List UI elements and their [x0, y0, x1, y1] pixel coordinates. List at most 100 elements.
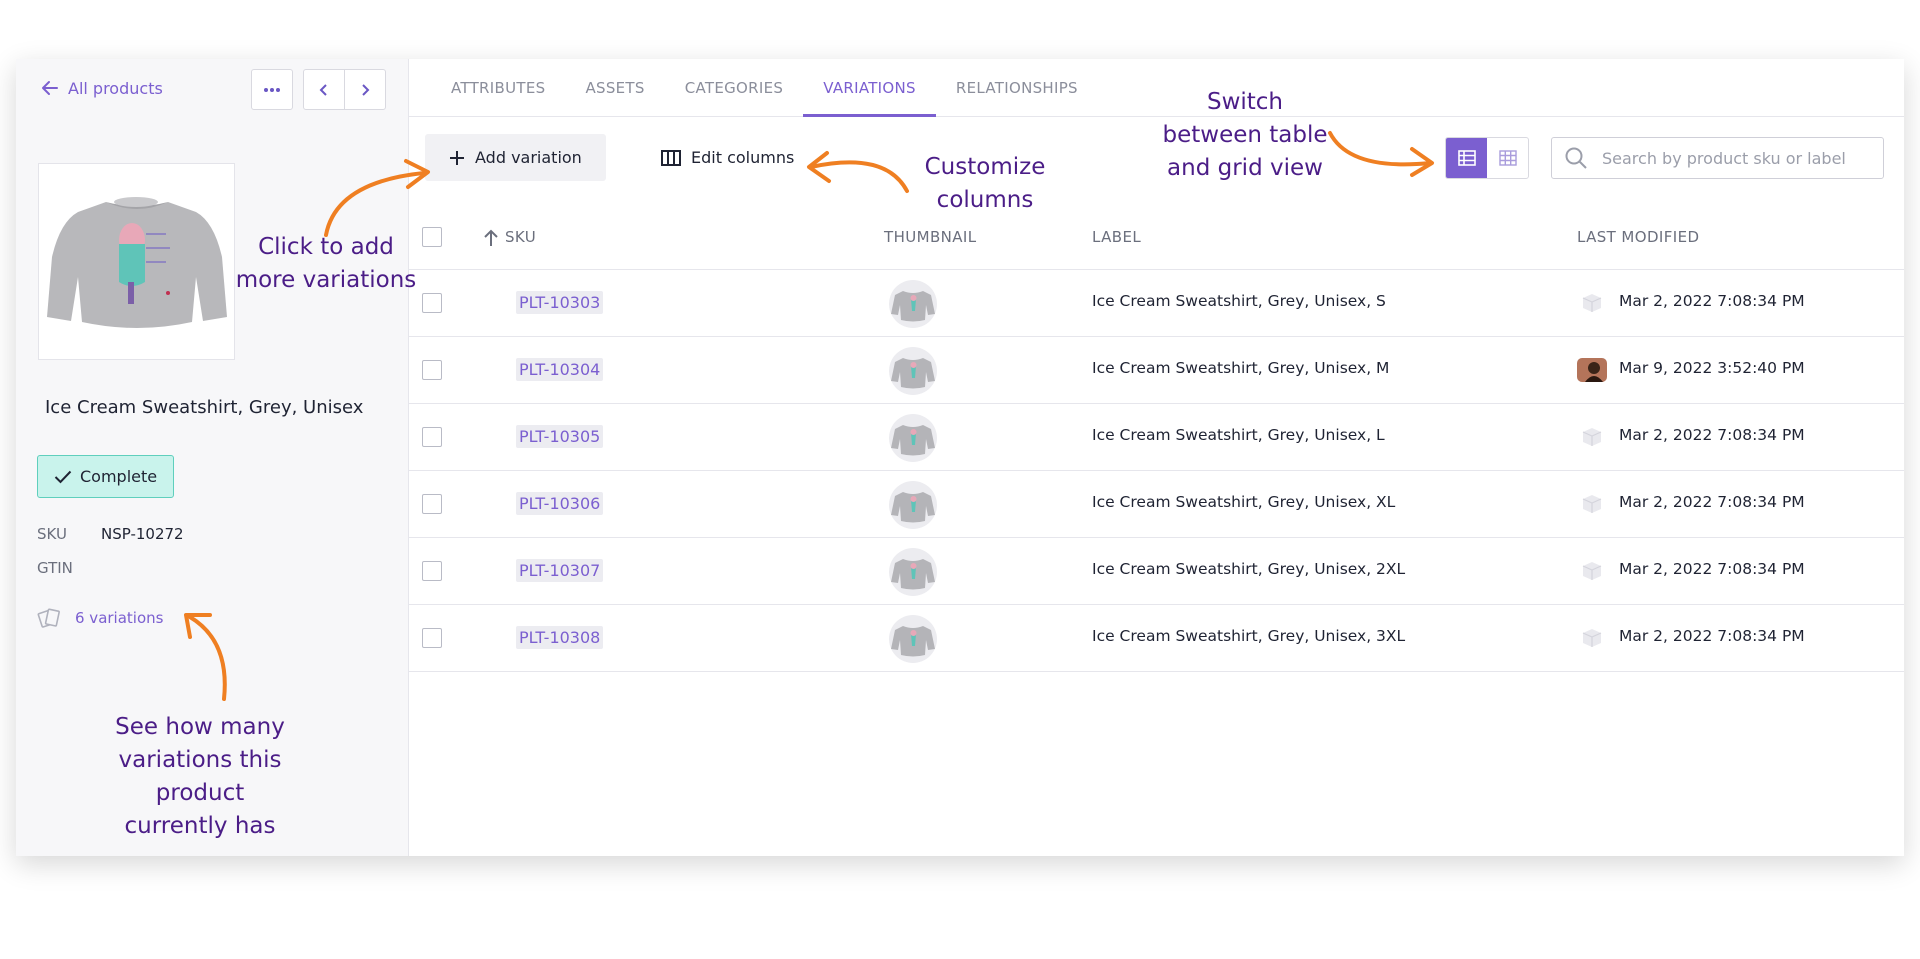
ellipsis-icon [264, 87, 280, 92]
row-sku-link[interactable]: PLT-10304 [516, 358, 604, 381]
cube-icon [1582, 629, 1602, 647]
sweatshirt-image [46, 196, 227, 328]
row-sku-link[interactable]: PLT-10306 [516, 492, 604, 515]
table-row[interactable]: PLT-10307 Ice Cream Sweatshirt, Grey, Uni… [409, 538, 1904, 605]
row-last-modified: Mar 2, 2022 7:08:34 PM [1619, 493, 1805, 511]
chevron-right-icon [362, 83, 370, 96]
row-last-modified: Mar 9, 2022 3:52:40 PM [1619, 359, 1805, 377]
row-label: Ice Cream Sweatshirt, Grey, Unisex, XL [1092, 493, 1396, 511]
tab-relationships[interactable]: RELATIONSHIPS [936, 59, 1098, 116]
sweatshirt-thumbnail-icon [889, 280, 937, 328]
product-name: Ice Cream Sweatshirt, Grey, Unisex [45, 397, 364, 418]
table-view-button[interactable] [1446, 138, 1487, 178]
tab-categories[interactable]: CATEGORIES [665, 59, 804, 116]
row-checkbox[interactable] [422, 360, 442, 380]
check-icon [54, 470, 72, 483]
table-row[interactable]: PLT-10304 Ice Cream Sweatshirt, Grey, Uni… [409, 337, 1904, 404]
modified-by-avatar [1577, 559, 1607, 583]
arrow-up-icon [484, 229, 498, 246]
edit-columns-label: Edit columns [691, 148, 795, 167]
row-thumbnail[interactable] [888, 280, 938, 328]
chevron-left-icon [319, 83, 327, 96]
modified-by-avatar [1577, 492, 1607, 516]
search-field[interactable] [1551, 137, 1884, 179]
table-row[interactable]: PLT-10303 Ice Cream Sweatshirt, Grey, Uni… [409, 270, 1904, 337]
row-checkbox[interactable] [422, 494, 442, 514]
more-actions-button[interactable] [251, 69, 293, 110]
row-thumbnail[interactable] [888, 347, 938, 395]
add-variation-label: Add variation [475, 148, 582, 167]
tab-variations[interactable]: VARIATIONS [803, 59, 936, 117]
gtin-key: GTIN [37, 559, 73, 577]
annotation-arrow-icon [807, 151, 909, 193]
sweatshirt-thumbnail-icon [889, 347, 937, 395]
annotation-line: Switch [1206, 89, 1284, 115]
grid-view-icon [1498, 150, 1517, 166]
product-navigation [303, 69, 386, 110]
modified-by-avatar [1577, 626, 1607, 650]
row-label: Ice Cream Sweatshirt, Grey, Unisex, 3XL [1092, 627, 1406, 645]
sku-column-header[interactable]: SKU [483, 205, 536, 270]
sku-row: SKU NSP-10272 [37, 525, 184, 543]
row-sku-link[interactable]: PLT-10303 [516, 291, 604, 314]
table-row[interactable]: PLT-10308 Ice Cream Sweatshirt, Grey, Uni… [409, 605, 1904, 672]
row-checkbox[interactable] [422, 628, 442, 648]
label-column-header[interactable]: LABEL [1092, 205, 1141, 270]
back-link-label: All products [68, 78, 163, 98]
row-thumbnail[interactable] [888, 615, 938, 663]
row-last-modified: Mar 2, 2022 7:08:34 PM [1619, 292, 1805, 310]
row-sku-link[interactable]: PLT-10308 [516, 626, 604, 649]
modified-by-avatar [1577, 425, 1607, 449]
row-last-modified: Mar 2, 2022 7:08:34 PM [1619, 560, 1805, 578]
previous-product-button[interactable] [304, 70, 345, 109]
view-toggle [1445, 137, 1529, 179]
tab-assets[interactable]: ASSETS [565, 59, 664, 116]
cube-icon [1582, 495, 1602, 513]
add-variation-button[interactable]: Add variation [425, 134, 606, 181]
sweatshirt-thumbnail-icon [889, 615, 937, 663]
annotation-switch-view: Switch between table and grid view [1135, 86, 1355, 185]
cube-icon [1582, 428, 1602, 446]
sweatshirt-thumbnail-icon [889, 548, 937, 596]
last-modified-column-header[interactable]: LAST MODIFIED [1577, 205, 1699, 270]
annotation-arrow-icon [324, 159, 430, 237]
annotation-line: See how many [115, 714, 285, 740]
next-product-button[interactable] [345, 70, 385, 109]
cube-icon [1582, 294, 1602, 312]
row-last-modified: Mar 2, 2022 7:08:34 PM [1619, 627, 1805, 645]
variations-count-link[interactable]: 6 variations [37, 607, 163, 629]
row-checkbox[interactable] [422, 561, 442, 581]
user-avatar-icon [1577, 358, 1607, 382]
tab-attributes[interactable]: ATTRIBUTES [431, 59, 565, 116]
gtin-row: GTIN [37, 559, 101, 577]
sku-header-label: SKU [505, 228, 537, 246]
row-checkbox[interactable] [422, 427, 442, 447]
back-to-all-products-link[interactable]: All products [40, 78, 163, 98]
annotation-variation-count: See how many variations this product cur… [90, 711, 310, 843]
edit-columns-button[interactable]: Edit columns [661, 134, 794, 181]
variations-count-label: 6 variations [75, 609, 164, 627]
table-row[interactable]: PLT-10305 Ice Cream Sweatshirt, Grey, Uni… [409, 404, 1904, 471]
table-row[interactable]: PLT-10306 Ice Cream Sweatshirt, Grey, Uni… [409, 471, 1904, 538]
row-thumbnail[interactable] [888, 414, 938, 462]
row-label: Ice Cream Sweatshirt, Grey, Unisex, L [1092, 426, 1385, 444]
annotation-line: more variations [235, 267, 417, 293]
annotation-line: currently has [124, 813, 276, 839]
annotation-line: variations this [118, 747, 282, 773]
row-sku-link[interactable]: PLT-10305 [516, 425, 604, 448]
search-input[interactable] [1602, 148, 1862, 168]
annotation-arrow-icon [184, 613, 227, 701]
columns-icon [661, 149, 681, 166]
row-label: Ice Cream Sweatshirt, Grey, Unisex, M [1092, 359, 1390, 377]
row-sku-link[interactable]: PLT-10307 [516, 559, 604, 582]
annotation-line: and grid view [1167, 155, 1323, 181]
row-thumbnail[interactable] [888, 481, 938, 529]
row-thumbnail[interactable] [888, 548, 938, 596]
variations-icon [37, 608, 60, 628]
arrow-left-icon [42, 81, 58, 95]
grid-view-button[interactable] [1487, 138, 1528, 178]
row-last-modified: Mar 2, 2022 7:08:34 PM [1619, 426, 1805, 444]
product-image[interactable] [38, 163, 235, 360]
list-view-icon [1457, 150, 1476, 166]
modified-by-avatar [1577, 291, 1607, 315]
